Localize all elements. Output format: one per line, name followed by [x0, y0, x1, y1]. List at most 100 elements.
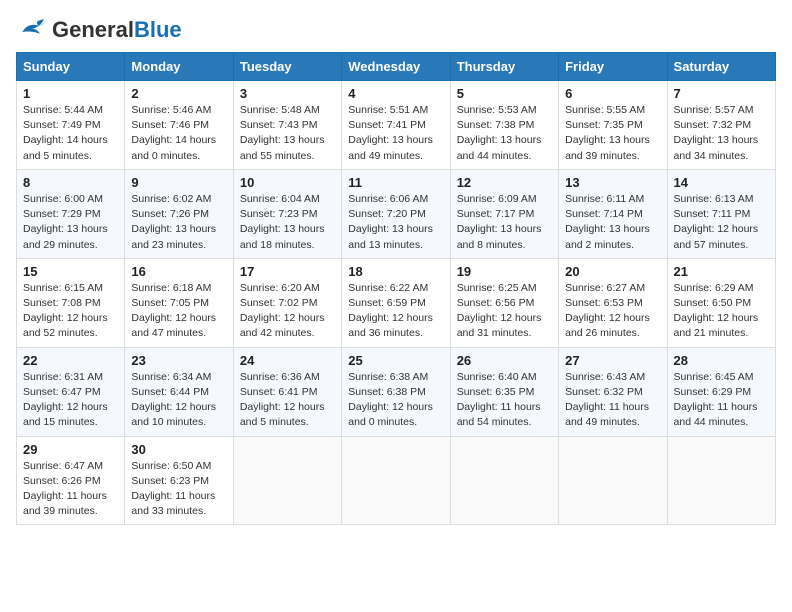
- day-number: 4: [348, 86, 443, 101]
- calendar-cell: 27 Sunrise: 6:43 AMSunset: 6:32 PMDayligh…: [559, 347, 667, 436]
- col-header-tuesday: Tuesday: [233, 53, 341, 81]
- calendar-cell: 18 Sunrise: 6:22 AMSunset: 6:59 PMDayligh…: [342, 258, 450, 347]
- day-number: 1: [23, 86, 118, 101]
- day-info: Sunrise: 6:29 AMSunset: 6:50 PMDaylight:…: [674, 281, 769, 342]
- calendar-cell: 3 Sunrise: 5:48 AMSunset: 7:43 PMDaylight…: [233, 81, 341, 170]
- calendar-cell: 20Sunrise: 6:27 AMSunset: 6:53 PMDayligh…: [559, 258, 667, 347]
- day-number: 21: [674, 264, 769, 279]
- calendar-cell: 26 Sunrise: 6:40 AMSunset: 6:35 PMDayligh…: [450, 347, 558, 436]
- calendar-cell: [667, 436, 775, 525]
- calendar-cell: 29Sunrise: 6:47 AMSunset: 6:26 PMDayligh…: [17, 436, 125, 525]
- day-info: Sunrise: 6:38 AMSunset: 6:38 PMDaylight:…: [348, 370, 443, 431]
- day-info: Sunrise: 6:31 AMSunset: 6:47 PMDaylight:…: [23, 370, 118, 431]
- day-number: 13: [565, 175, 660, 190]
- day-info: Sunrise: 6:04 AMSunset: 7:23 PMDaylight:…: [240, 192, 335, 253]
- day-info: Sunrise: 5:55 AMSunset: 7:35 PMDaylight:…: [565, 103, 660, 164]
- day-number: 26: [457, 353, 552, 368]
- day-number: 6: [565, 86, 660, 101]
- day-number: 15: [23, 264, 118, 279]
- logo: GeneralBlue: [16, 16, 182, 44]
- day-info: Sunrise: 6:22 AMSunset: 6:59 PMDaylight:…: [348, 281, 443, 342]
- day-info: Sunrise: 6:34 AMSunset: 6:44 PMDaylight:…: [131, 370, 226, 431]
- logo-icon: [16, 16, 48, 44]
- col-header-wednesday: Wednesday: [342, 53, 450, 81]
- calendar-week-row: 15 Sunrise: 6:15 AMSunset: 7:08 PMDayligh…: [17, 258, 776, 347]
- day-number: 27: [565, 353, 660, 368]
- calendar-cell: [233, 436, 341, 525]
- day-info: Sunrise: 6:50 AMSunset: 6:23 PMDaylight:…: [131, 459, 226, 520]
- day-number: 11: [348, 175, 443, 190]
- day-info: Sunrise: 6:13 AMSunset: 7:11 PMDaylight:…: [674, 192, 769, 253]
- calendar-cell: [450, 436, 558, 525]
- day-info: Sunrise: 5:46 AMSunset: 7:46 PMDaylight:…: [131, 103, 226, 164]
- day-info: Sunrise: 6:36 AMSunset: 6:41 PMDaylight:…: [240, 370, 335, 431]
- calendar-cell: 5 Sunrise: 5:53 AMSunset: 7:38 PMDaylight…: [450, 81, 558, 170]
- col-header-sunday: Sunday: [17, 53, 125, 81]
- day-number: 29: [23, 442, 118, 457]
- day-info: Sunrise: 6:09 AMSunset: 7:17 PMDaylight:…: [457, 192, 552, 253]
- day-info: Sunrise: 6:11 AMSunset: 7:14 PMDaylight:…: [565, 192, 660, 253]
- calendar-cell: 13 Sunrise: 6:11 AMSunset: 7:14 PMDayligh…: [559, 169, 667, 258]
- day-number: 17: [240, 264, 335, 279]
- day-number: 3: [240, 86, 335, 101]
- calendar-cell: 19 Sunrise: 6:25 AMSunset: 6:56 PMDayligh…: [450, 258, 558, 347]
- day-number: 28: [674, 353, 769, 368]
- calendar-cell: 17 Sunrise: 6:20 AMSunset: 7:02 PMDayligh…: [233, 258, 341, 347]
- day-info: Sunrise: 6:02 AMSunset: 7:26 PMDaylight:…: [131, 192, 226, 253]
- col-header-saturday: Saturday: [667, 53, 775, 81]
- day-info: Sunrise: 5:51 AMSunset: 7:41 PMDaylight:…: [348, 103, 443, 164]
- day-number: 25: [348, 353, 443, 368]
- calendar-cell: [342, 436, 450, 525]
- day-number: 18: [348, 264, 443, 279]
- calendar-cell: 16Sunrise: 6:18 AMSunset: 7:05 PMDayligh…: [125, 258, 233, 347]
- day-info: Sunrise: 6:27 AMSunset: 6:53 PMDaylight:…: [565, 281, 660, 342]
- day-info: Sunrise: 5:48 AMSunset: 7:43 PMDaylight:…: [240, 103, 335, 164]
- calendar-week-row: 8 Sunrise: 6:00 AMSunset: 7:29 PMDaylight…: [17, 169, 776, 258]
- day-info: Sunrise: 6:43 AMSunset: 6:32 PMDaylight:…: [565, 370, 660, 431]
- day-info: Sunrise: 6:20 AMSunset: 7:02 PMDaylight:…: [240, 281, 335, 342]
- calendar-week-row: 1 Sunrise: 5:44 AMSunset: 7:49 PMDaylight…: [17, 81, 776, 170]
- calendar-cell: 7Sunrise: 5:57 AMSunset: 7:32 PMDaylight…: [667, 81, 775, 170]
- day-number: 22: [23, 353, 118, 368]
- day-number: 14: [674, 175, 769, 190]
- calendar-cell: 23 Sunrise: 6:34 AMSunset: 6:44 PMDayligh…: [125, 347, 233, 436]
- calendar-cell: 10Sunrise: 6:04 AMSunset: 7:23 PMDayligh…: [233, 169, 341, 258]
- day-number: 8: [23, 175, 118, 190]
- calendar-week-row: 29Sunrise: 6:47 AMSunset: 6:26 PMDayligh…: [17, 436, 776, 525]
- calendar-cell: 14 Sunrise: 6:13 AMSunset: 7:11 PMDayligh…: [667, 169, 775, 258]
- calendar-cell: 30Sunrise: 6:50 AMSunset: 6:23 PMDayligh…: [125, 436, 233, 525]
- day-number: 9: [131, 175, 226, 190]
- day-info: Sunrise: 5:44 AMSunset: 7:49 PMDaylight:…: [23, 103, 118, 164]
- day-info: Sunrise: 6:06 AMSunset: 7:20 PMDaylight:…: [348, 192, 443, 253]
- day-number: 16: [131, 264, 226, 279]
- col-header-monday: Monday: [125, 53, 233, 81]
- calendar-header-row: SundayMondayTuesdayWednesdayThursdayFrid…: [17, 53, 776, 81]
- calendar-cell: 12 Sunrise: 6:09 AMSunset: 7:17 PMDayligh…: [450, 169, 558, 258]
- calendar-cell: 6 Sunrise: 5:55 AMSunset: 7:35 PMDaylight…: [559, 81, 667, 170]
- day-info: Sunrise: 6:00 AMSunset: 7:29 PMDaylight:…: [23, 192, 118, 253]
- calendar-cell: 25 Sunrise: 6:38 AMSunset: 6:38 PMDayligh…: [342, 347, 450, 436]
- day-number: 19: [457, 264, 552, 279]
- calendar-week-row: 22 Sunrise: 6:31 AMSunset: 6:47 PMDayligh…: [17, 347, 776, 436]
- day-info: Sunrise: 6:15 AMSunset: 7:08 PMDaylight:…: [23, 281, 118, 342]
- day-number: 7: [674, 86, 769, 101]
- calendar-cell: 22 Sunrise: 6:31 AMSunset: 6:47 PMDayligh…: [17, 347, 125, 436]
- day-number: 12: [457, 175, 552, 190]
- calendar-cell: 24 Sunrise: 6:36 AMSunset: 6:41 PMDayligh…: [233, 347, 341, 436]
- col-header-friday: Friday: [559, 53, 667, 81]
- day-number: 23: [131, 353, 226, 368]
- day-info: Sunrise: 6:40 AMSunset: 6:35 PMDaylight:…: [457, 370, 552, 431]
- calendar-cell: 15 Sunrise: 6:15 AMSunset: 7:08 PMDayligh…: [17, 258, 125, 347]
- col-header-thursday: Thursday: [450, 53, 558, 81]
- day-number: 5: [457, 86, 552, 101]
- calendar-cell: 9 Sunrise: 6:02 AMSunset: 7:26 PMDaylight…: [125, 169, 233, 258]
- calendar-cell: 2Sunrise: 5:46 AMSunset: 7:46 PMDaylight…: [125, 81, 233, 170]
- day-info: Sunrise: 5:53 AMSunset: 7:38 PMDaylight:…: [457, 103, 552, 164]
- calendar-cell: 4 Sunrise: 5:51 AMSunset: 7:41 PMDaylight…: [342, 81, 450, 170]
- day-number: 24: [240, 353, 335, 368]
- calendar-cell: 11 Sunrise: 6:06 AMSunset: 7:20 PMDayligh…: [342, 169, 450, 258]
- day-info: Sunrise: 6:45 AMSunset: 6:29 PMDaylight:…: [674, 370, 769, 431]
- day-info: Sunrise: 6:25 AMSunset: 6:56 PMDaylight:…: [457, 281, 552, 342]
- calendar-cell: [559, 436, 667, 525]
- calendar-cell: 1 Sunrise: 5:44 AMSunset: 7:49 PMDaylight…: [17, 81, 125, 170]
